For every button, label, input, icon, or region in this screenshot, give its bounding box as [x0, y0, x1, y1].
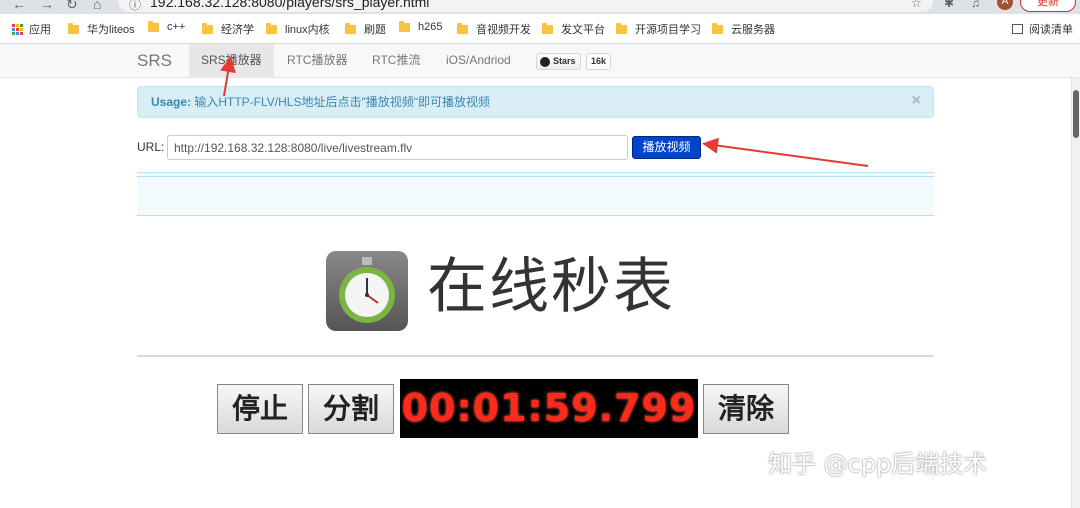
apps-grid-icon [12, 23, 23, 35]
bookmark-label: 阅读清单 [1029, 24, 1073, 36]
stopwatch-title: 在线秒表 [427, 252, 675, 322]
bookmark-label: h265 [418, 21, 443, 33]
bookmark-star-icon[interactable]: ☆ [911, 0, 922, 10]
video-player-area[interactable] [137, 172, 934, 216]
folder-icon [616, 22, 627, 34]
split-button[interactable]: 分割 [308, 384, 394, 434]
url-label: URL: [137, 140, 165, 154]
nav-rtc-publish[interactable]: RTC推流 [360, 44, 432, 78]
back-icon[interactable]: ← [12, 0, 26, 12]
bookmark-label: 经济学 [221, 24, 254, 36]
clear-button[interactable]: 清除 [703, 384, 789, 434]
update-button[interactable]: 更新 [1020, 0, 1076, 12]
bookmark-item[interactable]: 华为liteos [68, 21, 135, 37]
bookmark-label: 云服务器 [731, 24, 775, 36]
usage-alert: Usage: 输入HTTP-FLV/HLS地址后点击"播放视频"即可播放视频 × [137, 86, 934, 118]
bookmark-label: 发文平台 [561, 24, 605, 36]
bookmark-label: c++ [167, 21, 186, 33]
folder-icon [202, 22, 213, 34]
bookmark-item[interactable]: 开源项目学习 [616, 21, 701, 37]
folder-icon [712, 22, 723, 34]
avatar[interactable]: A [997, 0, 1013, 10]
bookmarks-bar: 应用 华为liteos c++ 经济学 linux内核 刷题 h265 音视频开… [0, 14, 1080, 44]
player-border [137, 176, 934, 177]
stop-button[interactable]: 停止 [217, 384, 303, 434]
reading-list-icon [1012, 24, 1023, 34]
folder-icon [68, 22, 79, 34]
info-icon[interactable]: ⓘ [129, 0, 141, 13]
stopwatch-icon [326, 251, 408, 331]
folder-icon [266, 22, 277, 34]
bookmark-label: 华为liteos [87, 24, 135, 36]
nav-srs-player[interactable]: SRS播放器 [189, 44, 274, 78]
bookmark-item[interactable]: 云服务器 [712, 21, 775, 37]
bookmark-item[interactable]: h265 [399, 20, 443, 33]
bookmark-item[interactable]: 经济学 [202, 21, 254, 37]
brand-logo[interactable]: SRS [137, 51, 172, 71]
timer-display: 00:01:59.799 [400, 379, 698, 438]
content-divider [137, 355, 934, 357]
forward-icon[interactable]: → [40, 0, 54, 12]
folder-icon [399, 20, 410, 32]
bookmark-item[interactable]: 音视频开发 [457, 21, 531, 37]
bookmark-item[interactable]: 刷题 [345, 21, 386, 37]
reload-icon[interactable]: ↻ [66, 0, 78, 13]
bookmark-item[interactable]: 发文平台 [542, 21, 605, 37]
github-icon [540, 56, 550, 67]
arrow-to-play-button [702, 137, 869, 167]
folder-icon [148, 20, 159, 32]
nav-ios-android[interactable]: iOS/Andriod [434, 44, 523, 78]
address-url: 192.168.32.128:8080/players/srs_player.h… [150, 0, 430, 10]
url-input[interactable] [167, 135, 628, 160]
watermark: 知乎 @cpp后端技术 [768, 450, 988, 478]
bookmark-label: 应用 [29, 24, 51, 36]
site-navbar: SRS SRS播放器 RTC播放器 RTC推流 iOS/Andriod Star… [0, 44, 1080, 78]
bookmark-label: 音视频开发 [476, 24, 531, 36]
media-icon[interactable]: ♫ [971, 0, 980, 10]
bookmark-reading-list[interactable]: 阅读清单 [1012, 21, 1073, 37]
alert-message: 输入HTTP-FLV/HLS地址后点击"播放视频"即可播放视频 [194, 95, 491, 109]
scroll-thumb[interactable] [1073, 90, 1079, 138]
play-video-button[interactable]: 播放视频 [632, 136, 701, 159]
folder-icon [345, 22, 356, 34]
alert-title: Usage: [151, 95, 192, 109]
github-stars-label: Stars [553, 56, 576, 66]
github-stars-count[interactable]: 16k [586, 53, 612, 70]
home-icon[interactable]: ⌂ [93, 0, 101, 12]
github-stars-button[interactable]: Stars [536, 53, 581, 70]
bookmark-item[interactable]: c++ [148, 20, 186, 33]
extensions-icon[interactable]: ✱ [944, 0, 954, 10]
folder-icon [542, 22, 553, 34]
bookmark-label: 刷题 [364, 24, 386, 36]
nav-rtc-player[interactable]: RTC播放器 [275, 44, 359, 78]
bookmark-item[interactable]: linux内核 [266, 21, 330, 37]
bookmark-apps[interactable]: 应用 [12, 21, 51, 37]
bookmark-label: 开源项目学习 [635, 24, 701, 36]
folder-icon [457, 22, 468, 34]
page-scrollbar[interactable] [1071, 78, 1080, 508]
bookmark-label: linux内核 [285, 24, 330, 36]
close-icon[interactable]: × [912, 87, 921, 115]
browser-toolbar: ← → ↻ ⌂ ⓘ 192.168.32.128:8080/players/sr… [0, 0, 1080, 14]
